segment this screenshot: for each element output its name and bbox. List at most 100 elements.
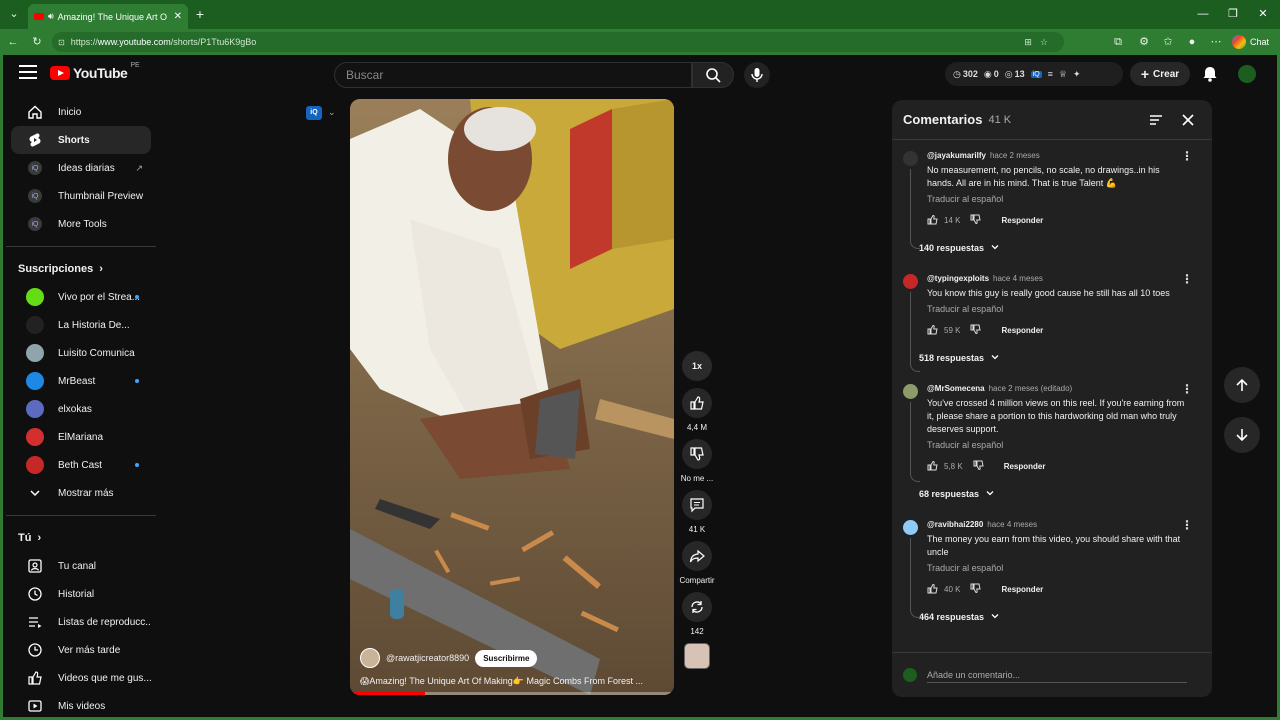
create-button[interactable]: + Crear bbox=[1130, 62, 1190, 86]
dislike-comment-icon[interactable] bbox=[970, 324, 982, 337]
view-replies-button[interactable]: 68 respuestas bbox=[919, 484, 1200, 504]
more-actions-icon[interactable]: ⋮ bbox=[1181, 382, 1193, 396]
share-button[interactable] bbox=[682, 541, 712, 571]
commenter-avatar[interactable] bbox=[903, 384, 918, 399]
channel-avatar[interactable] bbox=[360, 648, 380, 668]
subscription-item[interactable]: La Historia De... bbox=[11, 311, 151, 339]
translate-link[interactable]: Traducir al español bbox=[927, 194, 1200, 204]
sidebar-item-my-videos[interactable]: Mis videos bbox=[11, 692, 151, 717]
copilot-chat-button[interactable]: Chat bbox=[1232, 35, 1269, 49]
you-heading[interactable]: Tú › bbox=[3, 524, 161, 552]
video-title[interactable]: 😱Amazing! The Unique Art Of Making👉 Magi… bbox=[360, 676, 664, 687]
site-info-icon[interactable]: ⊡ bbox=[58, 38, 65, 47]
view-replies-button[interactable]: 464 respuestas bbox=[919, 607, 1200, 627]
comment-time[interactable]: hace 4 meses bbox=[987, 520, 1037, 529]
view-replies-button[interactable]: 140 respuestas bbox=[919, 238, 1200, 258]
notifications-button[interactable] bbox=[1200, 64, 1220, 84]
reply-button[interactable]: Responder bbox=[1001, 326, 1043, 335]
sidebar-item-ideas-diarias[interactable]: iQ Ideas diarias ↗ bbox=[11, 154, 151, 182]
speed-button[interactable]: 1x bbox=[682, 351, 712, 381]
next-short-button[interactable] bbox=[1224, 417, 1260, 453]
profile-icon[interactable]: ● bbox=[1182, 29, 1202, 55]
subscription-item[interactable]: Vivo por el Strea... bbox=[11, 283, 151, 311]
favorites-icon[interactable]: ✩ bbox=[1158, 29, 1178, 55]
commenter-avatar[interactable] bbox=[903, 520, 918, 535]
extension-tool-icon[interactable]: ⚙ bbox=[1134, 29, 1154, 55]
dislike-action[interactable]: No me ... bbox=[677, 439, 717, 483]
speed-control[interactable]: 1x bbox=[677, 351, 717, 381]
like-comment-icon[interactable] bbox=[927, 324, 938, 337]
speaker-icon[interactable]: 🔊︎ bbox=[48, 11, 54, 22]
comment-input[interactable] bbox=[927, 667, 1187, 683]
menu-icon[interactable] bbox=[19, 65, 37, 79]
like-button[interactable] bbox=[682, 388, 712, 418]
commenter-avatar[interactable] bbox=[903, 151, 918, 166]
trophy-icon[interactable]: ♕ bbox=[1059, 69, 1067, 80]
url-field[interactable]: ⊡ https://www.youtube.com/shorts/P1Ttu6K… bbox=[52, 32, 1064, 52]
close-tab-icon[interactable]: ✕ bbox=[174, 11, 182, 22]
remix-button[interactable] bbox=[682, 592, 712, 622]
sidebar-item-history[interactable]: Historial bbox=[11, 580, 151, 608]
translate-link[interactable]: Traducir al español bbox=[927, 563, 1200, 573]
sidebar-item-inicio[interactable]: Inicio bbox=[11, 98, 151, 126]
dislike-comment-icon[interactable] bbox=[970, 583, 982, 596]
short-video[interactable]: @rawatjicreator8890 Suscribirme 😱Amazing… bbox=[350, 99, 674, 695]
sort-icon[interactable] bbox=[1148, 112, 1164, 128]
subscription-item[interactable]: ElMariana bbox=[11, 423, 151, 451]
youtube-logo[interactable]: YouTube PE bbox=[50, 62, 140, 81]
translate-link[interactable]: Traducir al español bbox=[927, 440, 1200, 450]
sidebar-item-watch-later[interactable]: Ver más tarde bbox=[11, 636, 151, 664]
minimize-icon[interactable]: — bbox=[1188, 0, 1218, 29]
subscriptions-heading[interactable]: Suscripciones › bbox=[3, 255, 161, 283]
sidebar-item-channel[interactable]: Tu canal bbox=[11, 552, 151, 580]
extensions-icon[interactable]: ⧉ bbox=[1108, 29, 1128, 55]
comment-author[interactable]: @jayakumarilfy bbox=[927, 151, 986, 160]
sidebar-item-liked[interactable]: Videos que me gus... bbox=[11, 664, 151, 692]
dislike-comment-icon[interactable] bbox=[973, 460, 984, 473]
comment-time[interactable]: hace 2 meses bbox=[990, 151, 1040, 160]
extension-stats-bar[interactable]: ◷ 302 ◉ 0 ◎ 13 iQ ≡ ♕ ✦ bbox=[945, 62, 1123, 86]
translate-link[interactable]: Traducir al español bbox=[927, 304, 1200, 314]
dislike-button[interactable] bbox=[682, 439, 712, 469]
view-replies-button[interactable]: 518 respuestas bbox=[919, 348, 1200, 368]
sparkle-icon[interactable]: ✦ bbox=[1073, 69, 1081, 80]
show-more-button[interactable]: Mostrar más bbox=[11, 479, 151, 507]
progress-bar[interactable] bbox=[350, 692, 674, 695]
commenter-avatar[interactable] bbox=[903, 274, 918, 289]
share-action[interactable]: Compartir bbox=[677, 541, 717, 585]
comment-time[interactable]: hace 2 meses (editado) bbox=[989, 384, 1073, 393]
more-actions-icon[interactable]: ⋮ bbox=[1181, 272, 1193, 286]
chevron-down-icon[interactable]: ⌄ bbox=[328, 107, 336, 118]
vidiq-icon[interactable]: iQ bbox=[1030, 70, 1042, 78]
new-tab-icon[interactable]: + bbox=[190, 0, 210, 29]
dislike-comment-icon[interactable] bbox=[970, 214, 982, 227]
subscription-item[interactable]: Luisito Comunica bbox=[11, 339, 151, 367]
comments-action[interactable]: 41 K bbox=[677, 490, 717, 534]
comment-author[interactable]: @ravibhai2280 bbox=[927, 520, 983, 529]
sidebar-item-more-tools[interactable]: iQ More Tools bbox=[11, 210, 151, 238]
account-avatar[interactable] bbox=[1238, 65, 1256, 83]
subscription-item[interactable]: Beth Cast bbox=[11, 451, 151, 479]
close-window-icon[interactable]: ✕ bbox=[1248, 0, 1278, 29]
list-icon[interactable]: ≡ bbox=[1048, 69, 1053, 79]
vidiq-badge[interactable]: iQ bbox=[306, 106, 322, 120]
search-input[interactable] bbox=[346, 68, 691, 82]
tab-list-icon[interactable]: ⌄ bbox=[4, 0, 24, 29]
comments-button[interactable] bbox=[682, 490, 712, 520]
browser-tab[interactable]: 🔊︎ Amazing! The Unique Art O ✕ bbox=[28, 4, 188, 29]
subscription-item[interactable]: elxokas bbox=[11, 395, 151, 423]
back-icon[interactable]: ← bbox=[3, 29, 23, 55]
search-box[interactable] bbox=[334, 62, 692, 88]
more-actions-icon[interactable]: ⋮ bbox=[1181, 149, 1193, 163]
like-comment-icon[interactable] bbox=[927, 214, 938, 227]
sidebar-item-thumbnail-preview[interactable]: iQ Thumbnail Preview bbox=[11, 182, 151, 210]
channel-name[interactable]: @rawatjicreator8890 bbox=[386, 653, 469, 663]
subscription-item[interactable]: MrBeast bbox=[11, 367, 151, 395]
refresh-icon[interactable]: ↻ bbox=[27, 29, 47, 55]
sidebar-item-shorts[interactable]: Shorts bbox=[11, 126, 151, 154]
search-button[interactable] bbox=[692, 62, 734, 88]
reply-button[interactable]: Responder bbox=[1004, 462, 1046, 471]
sound-thumbnail[interactable] bbox=[684, 643, 710, 669]
comment-author[interactable]: @MrSomecena bbox=[927, 384, 985, 393]
reply-button[interactable]: Responder bbox=[1001, 585, 1043, 594]
